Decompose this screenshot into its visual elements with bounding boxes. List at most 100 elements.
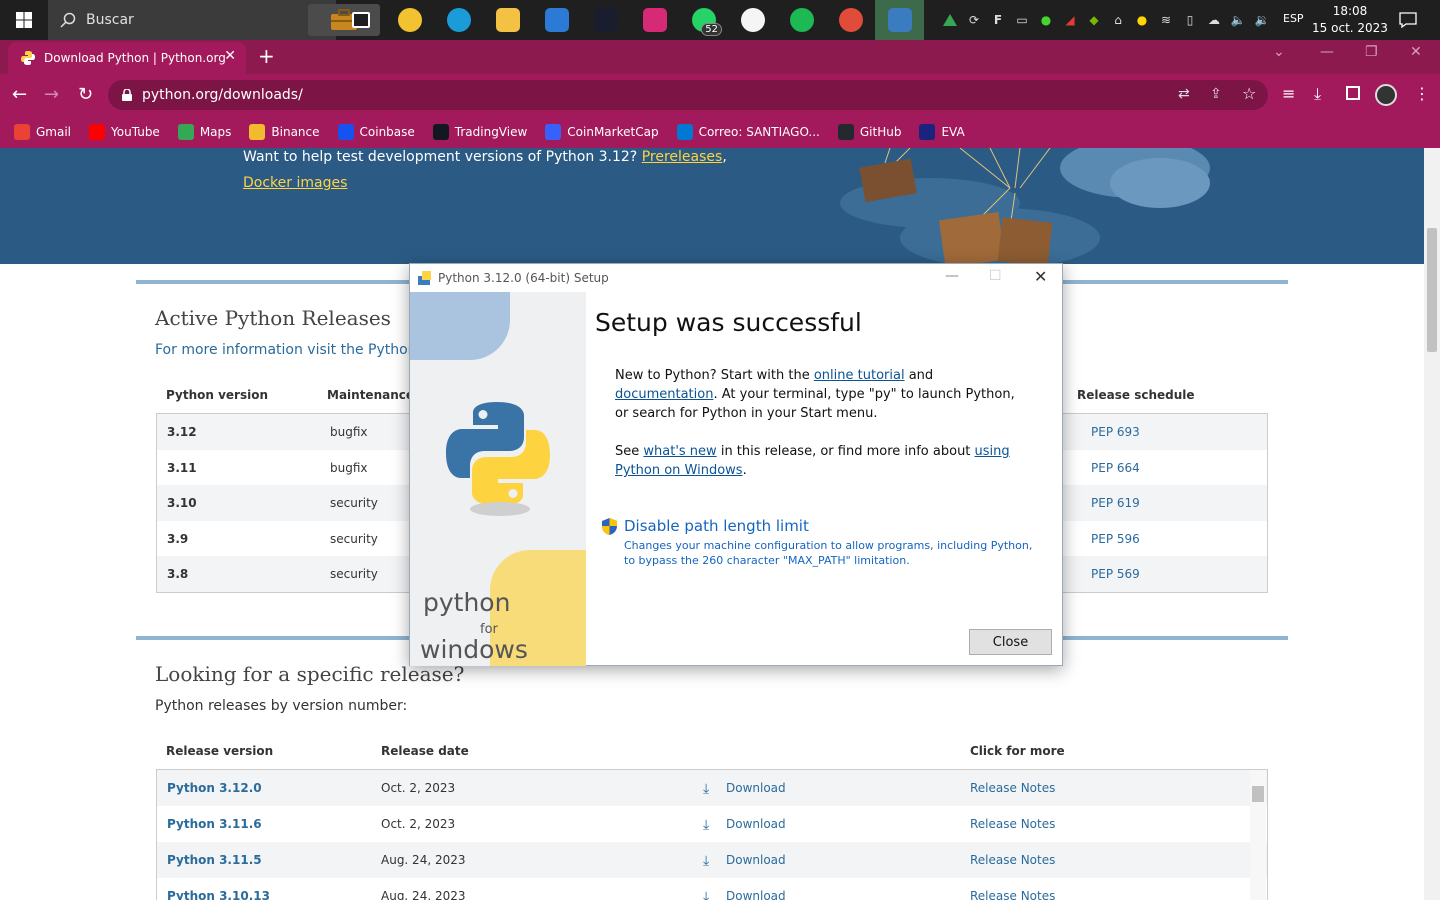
- download-icon[interactable]: ⤓: [703, 817, 709, 833]
- restore-window-button[interactable]: ❐: [1365, 44, 1378, 60]
- release-notes-link[interactable]: Release Notes: [970, 853, 1055, 867]
- pep-link[interactable]: PEP 693: [1091, 425, 1140, 439]
- f-app-icon[interactable]: F: [988, 10, 1008, 30]
- python-setup-icon: [887, 8, 912, 32]
- usb-icon[interactable]: ⌂: [1108, 10, 1128, 30]
- docker-images-link[interactable]: Docker images: [243, 175, 347, 191]
- download-icon[interactable]: ⤓: [703, 889, 709, 900]
- release-version-link[interactable]: Python 3.11.6: [167, 817, 262, 831]
- monitor-icon[interactable]: ▭: [1012, 10, 1032, 30]
- bookmark-label: Maps: [199, 125, 232, 139]
- spotify-taskbar-button[interactable]: [777, 0, 826, 40]
- close-window-button[interactable]: ✕: [1410, 44, 1422, 60]
- bookmark-tradingview[interactable]: TradingView: [432, 124, 527, 140]
- bookmark-coinbase[interactable]: Coinbase: [337, 124, 415, 140]
- whatsapp-taskbar-button[interactable]: 52: [679, 0, 728, 40]
- nvidia-icon[interactable]: ◆: [1084, 10, 1104, 30]
- maintenance-status-cell: security: [330, 567, 378, 581]
- chrome-taskbar-button[interactable]: [385, 0, 434, 40]
- whats-new-link[interactable]: what's new: [643, 444, 716, 459]
- chrome-profile-taskbar-button[interactable]: [826, 0, 875, 40]
- volume-icon[interactable]: 🔈: [1228, 10, 1248, 30]
- file-explorer-taskbar-button[interactable]: [483, 0, 532, 40]
- active-releases-subtitle-link[interactable]: For more information visit the Python: [155, 342, 417, 358]
- share-icon[interactable]: ⇪: [1210, 86, 1222, 102]
- bookmark-youtube[interactable]: YouTube: [89, 124, 160, 140]
- release-version-link[interactable]: Python 3.12.0: [167, 781, 262, 795]
- download-link[interactable]: Download: [726, 817, 786, 831]
- documentation-link[interactable]: documentation: [615, 387, 713, 402]
- release-version-link[interactable]: Python 3.10.13: [167, 889, 270, 900]
- razer-icon[interactable]: ●: [1036, 10, 1056, 30]
- page-scrollbar-thumb[interactable]: [1427, 228, 1437, 352]
- dialog-minimize-button[interactable]: —: [945, 268, 959, 284]
- bookmark-star-icon[interactable]: ☆: [1242, 84, 1256, 103]
- reload-button[interactable]: ↻: [78, 84, 93, 105]
- dialog-close-x-button[interactable]: ✕: [1034, 267, 1047, 286]
- translate-icon[interactable]: ⇄: [1178, 86, 1190, 102]
- windows-logo-icon: [16, 12, 32, 28]
- python-version-cell: 3.12: [167, 425, 197, 439]
- tab-close-icon[interactable]: ✕: [224, 48, 236, 64]
- release-notes-link[interactable]: Release Notes: [970, 781, 1055, 795]
- download-icon[interactable]: ⤓: [703, 781, 709, 797]
- bookmark-eva[interactable]: EVA: [919, 124, 965, 140]
- bookmark-github[interactable]: GitHub: [837, 124, 901, 140]
- release-notes-link[interactable]: Release Notes: [970, 817, 1055, 831]
- windows-start-button[interactable]: [0, 0, 48, 40]
- language-indicator[interactable]: ESP: [1283, 12, 1304, 25]
- speedtest-taskbar-button[interactable]: [581, 0, 630, 40]
- download-link[interactable]: Download: [726, 781, 786, 795]
- release-version-link[interactable]: Python 3.11.5: [167, 853, 262, 867]
- bookmark-maps[interactable]: Maps: [177, 124, 232, 140]
- instagram-taskbar-button[interactable]: [630, 0, 679, 40]
- speaker-icon[interactable]: 🔉: [1252, 10, 1272, 30]
- store-taskbar-button[interactable]: [532, 0, 581, 40]
- bookmark-binance[interactable]: Binance: [249, 124, 320, 140]
- tab-search-icon[interactable]: ⌄: [1273, 44, 1285, 60]
- bookmark-gmail[interactable]: Gmail: [14, 124, 71, 140]
- battery-icon[interactable]: ▯: [1180, 10, 1200, 30]
- bookmark-coinmarketcap[interactable]: CoinMarketCap: [545, 124, 659, 140]
- profile-avatar[interactable]: [1375, 84, 1397, 106]
- taskbar-clock[interactable]: 18:08 15 oct. 2023: [1310, 3, 1390, 37]
- online-tutorial-link[interactable]: online tutorial: [814, 368, 905, 383]
- edge-taskbar-button[interactable]: [434, 0, 483, 40]
- taskbar-search-box[interactable]: Buscar: [48, 0, 380, 40]
- disable-path-length-limit-button[interactable]: Disable path length limit: [624, 517, 809, 535]
- minimize-window-button[interactable]: —: [1320, 44, 1334, 60]
- dialog-maximize-button[interactable]: ☐: [989, 268, 1002, 284]
- forward-button[interactable]: →: [44, 84, 59, 105]
- side-panel-icon[interactable]: [1346, 86, 1360, 100]
- dialog-paragraph-1: New to Python? Start with the online tut…: [615, 368, 1015, 421]
- onedrive-icon[interactable]: ☁: [1204, 10, 1224, 30]
- pep-link[interactable]: PEP 664: [1091, 461, 1140, 475]
- task-view-taskbar-button[interactable]: [336, 0, 385, 40]
- release-notes-link[interactable]: Release Notes: [970, 889, 1055, 900]
- browser-tab[interactable]: Download Python | Python.org ✕: [8, 42, 246, 74]
- download-icon[interactable]: ⤓: [703, 853, 709, 869]
- download-link[interactable]: Download: [726, 889, 786, 900]
- releases-scrollbar[interactable]: [1250, 770, 1266, 900]
- python-setup-taskbar-button[interactable]: [875, 0, 924, 40]
- pep-link[interactable]: PEP 569: [1091, 567, 1140, 581]
- downloads-icon[interactable]: ⤓: [1314, 84, 1321, 104]
- notifications-icon[interactable]: [1398, 10, 1418, 34]
- download-link[interactable]: Download: [726, 853, 786, 867]
- app-tray-icon[interactable]: ◢: [1060, 10, 1080, 30]
- back-button[interactable]: ←: [12, 84, 27, 105]
- close-button[interactable]: Close: [969, 629, 1052, 655]
- wifi-icon[interactable]: ≋: [1156, 10, 1176, 30]
- chrome-menu-icon[interactable]: ⋮: [1414, 84, 1430, 103]
- bookmark-correo-santiago[interactable]: Correo: SANTIAGO...: [676, 124, 820, 140]
- notify-app-icon[interactable]: ●: [1132, 10, 1152, 30]
- pep-link[interactable]: PEP 619: [1091, 496, 1140, 510]
- new-tab-button[interactable]: +: [258, 44, 275, 68]
- google-drive-icon[interactable]: [940, 10, 960, 30]
- itunes-taskbar-button[interactable]: [728, 0, 777, 40]
- media-control-icon[interactable]: ≡: [1282, 84, 1295, 103]
- prereleases-link[interactable]: Prereleases: [642, 149, 723, 165]
- pep-link[interactable]: PEP 596: [1091, 532, 1140, 546]
- sync-icon[interactable]: ⟳: [964, 10, 984, 30]
- address-bar[interactable]: python.org/downloads/: [108, 80, 1268, 110]
